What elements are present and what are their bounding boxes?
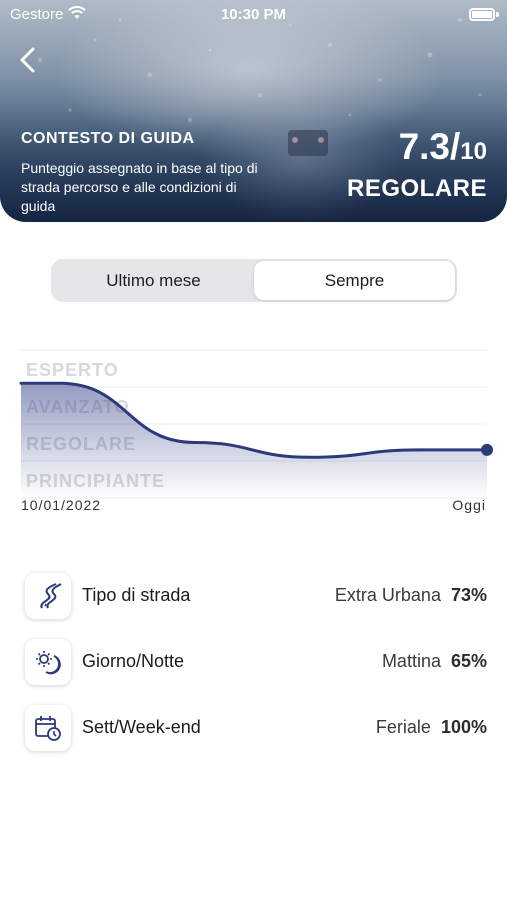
chart-area-fill (21, 383, 487, 498)
road-icon (25, 573, 71, 619)
stat-value: Extra Urbana (334, 585, 441, 605)
x-tick-start: 10/01/2022 (21, 497, 102, 513)
hero-title: CONTESTO DI GUIDA (21, 130, 195, 147)
battery-icon (469, 8, 495, 21)
segment-last-month[interactable]: Ultimo mese (53, 261, 254, 300)
stat-value: Mattina (381, 651, 441, 671)
stat-value: Feriale (375, 717, 431, 737)
clock: 10:30 PM (220, 6, 287, 23)
battery-tip (496, 12, 499, 17)
back-button[interactable] (14, 44, 42, 76)
stat-percent: 65% (450, 651, 487, 671)
status-bar: Gestore 10:30 PM (0, 0, 507, 30)
calendar-clock-icon (25, 705, 71, 751)
stat-row-road-type[interactable]: Tipo di strada Extra Urbana 73% (25, 573, 487, 621)
chevron-left-icon (20, 47, 35, 73)
stat-percent: 100% (440, 717, 487, 737)
hero-description: Punteggio assegnato in base al tipo di s… (21, 160, 258, 214)
x-tick-end: Oggi (452, 497, 486, 513)
score-level: REGOLARE (346, 175, 487, 202)
score-max: 10 (460, 138, 487, 165)
stat-label: Sett/Week-end (82, 717, 201, 737)
score-trend-chart: ESPERTOAVANZATOREGOLAREPRINCIPIANTE (19, 349, 493, 499)
stat-label: Giorno/Notte (82, 651, 185, 671)
chart-endpoint-marker (481, 443, 493, 456)
period-segmented-control: Ultimo mese Sempre (51, 259, 457, 302)
score-value: 7.3/ (398, 126, 461, 167)
stat-percent: 73% (450, 585, 487, 605)
stat-row-day-night[interactable]: Giorno/Notte Mattina 65% (25, 639, 487, 687)
stat-row-week[interactable]: Sett/Week-end Feriale 100% (25, 705, 487, 753)
stat-label: Tipo di strada (82, 585, 191, 605)
y-level-label: ESPERTO (26, 360, 119, 380)
day-night-icon (25, 639, 71, 685)
score-block: 7.3/10 REGOLARE (347, 126, 487, 203)
segment-always[interactable]: Sempre (254, 261, 455, 300)
